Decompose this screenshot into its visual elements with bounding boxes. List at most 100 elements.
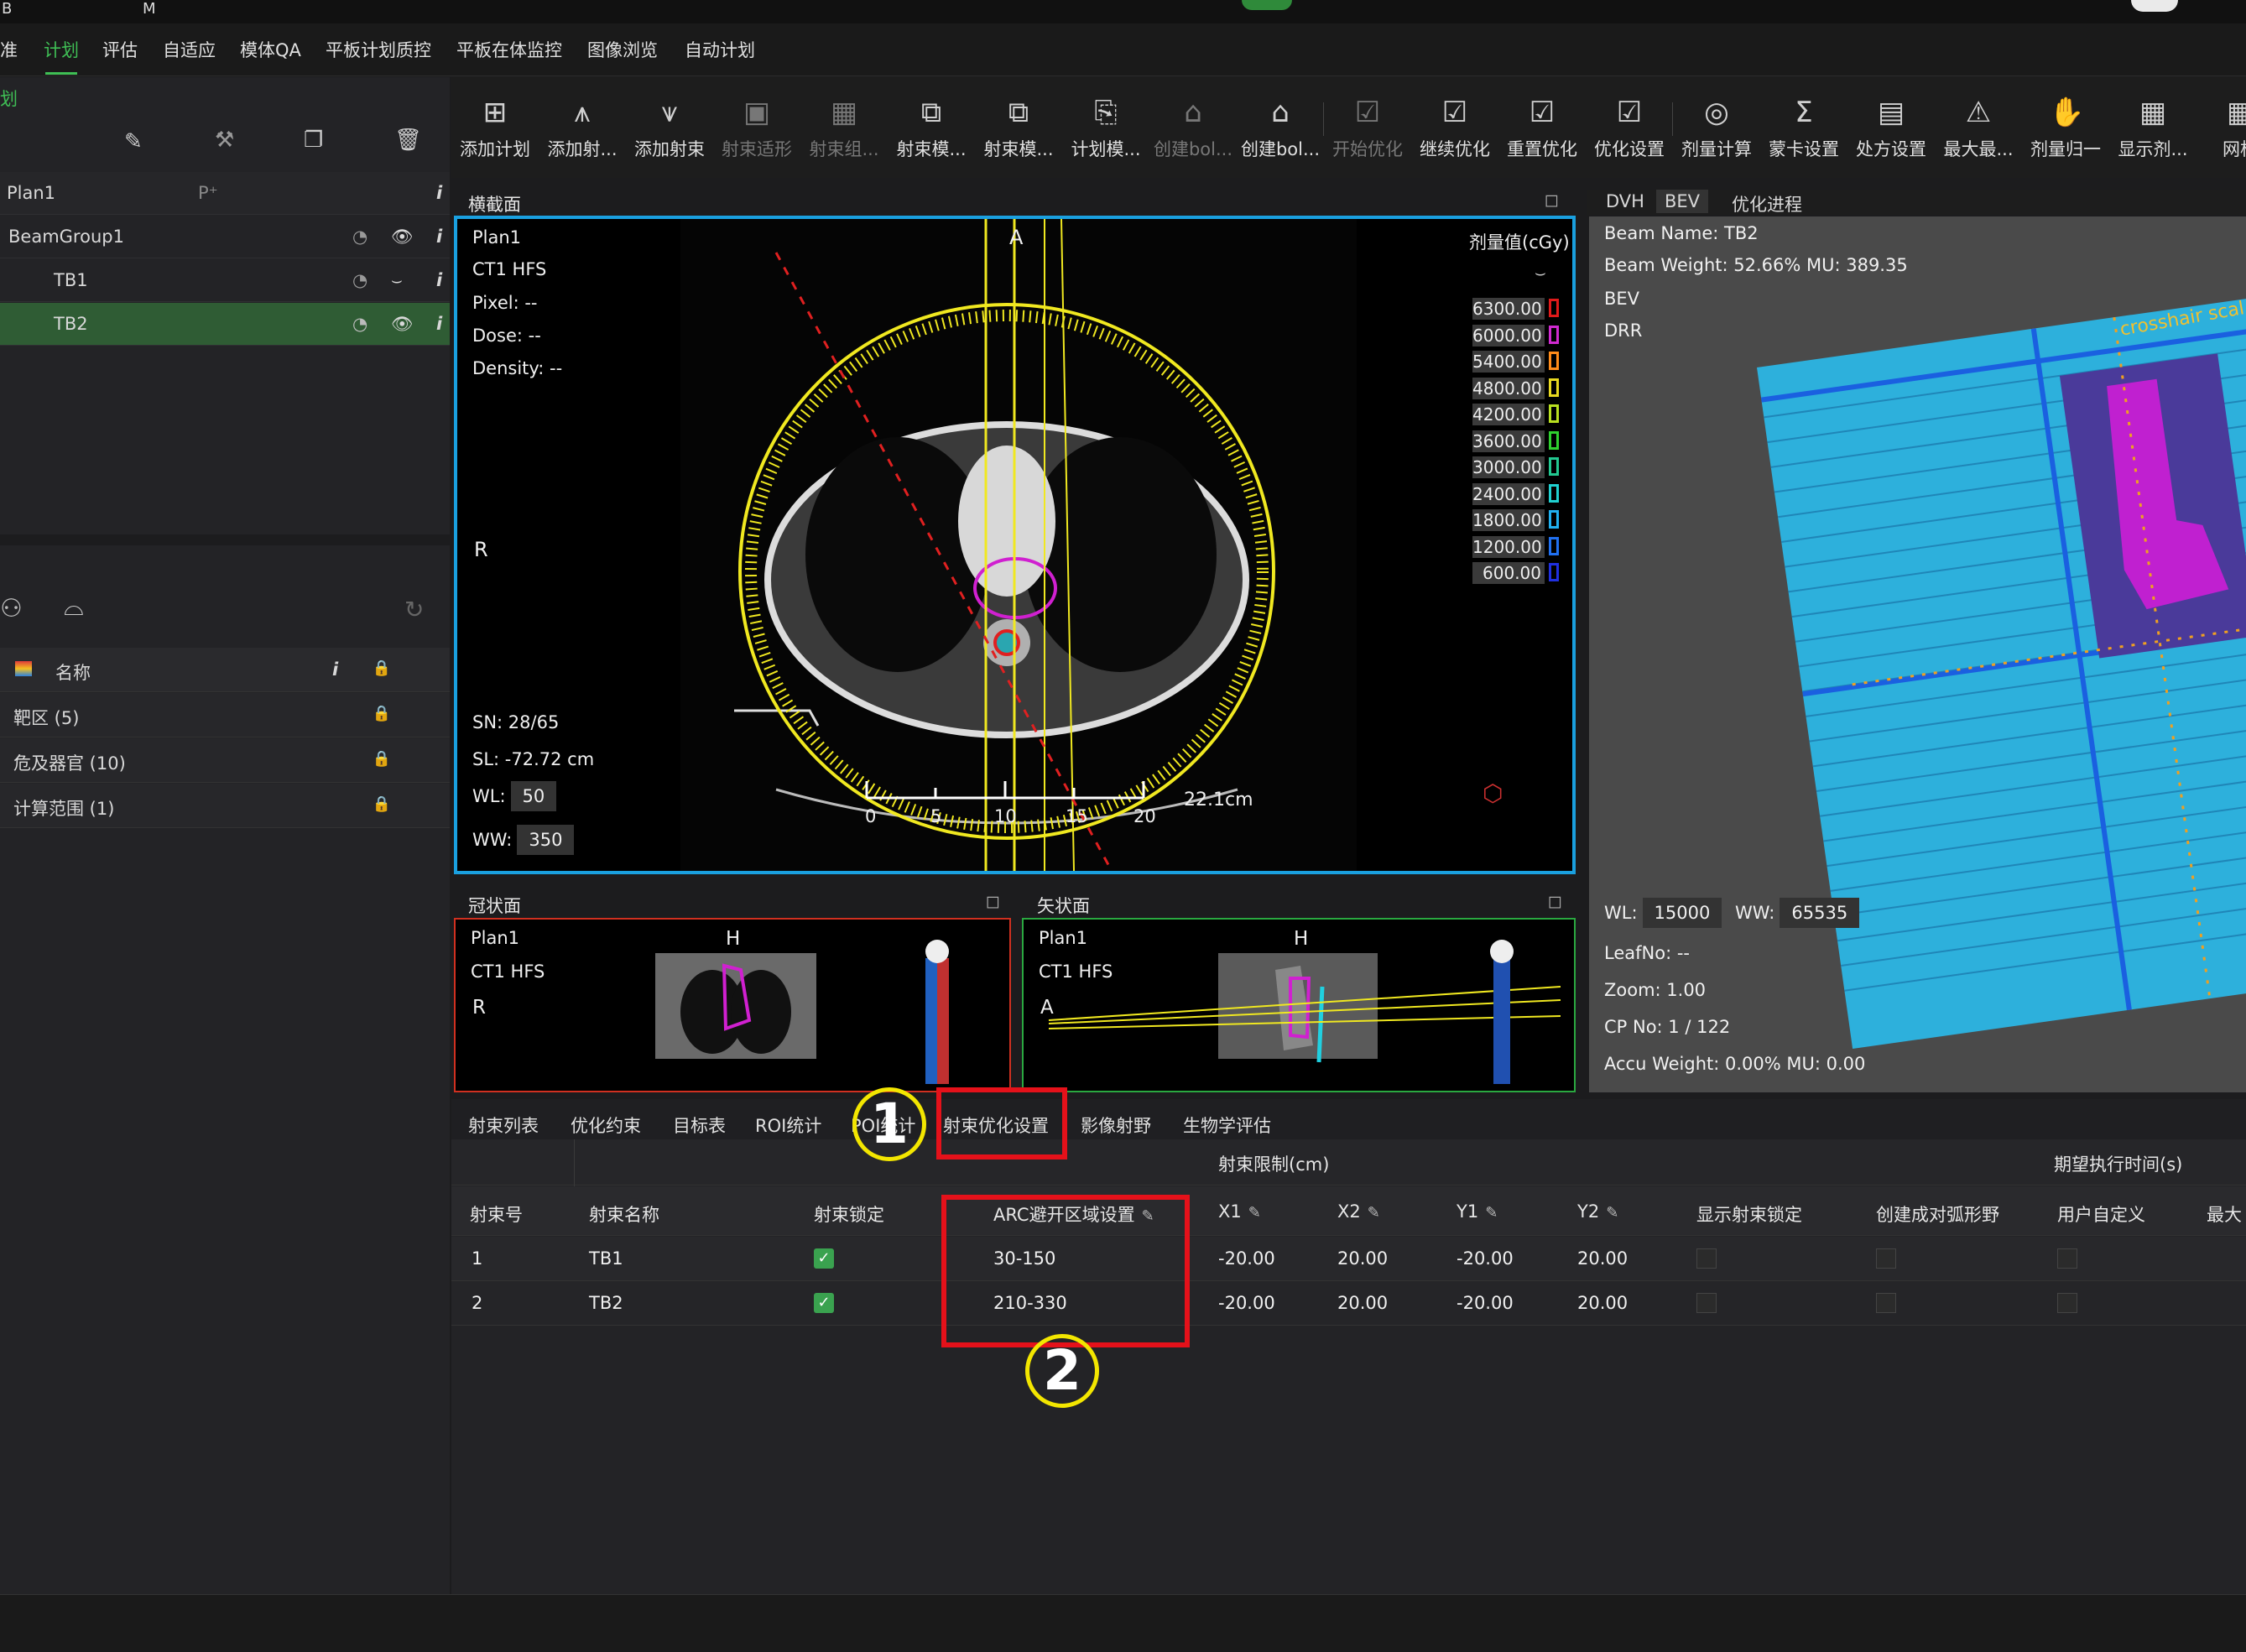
tab-bev[interactable]: BEV: [1656, 190, 1709, 213]
toolbar-button-20[interactable]: ▦ 网格: [2198, 77, 2246, 178]
toolbar-button-18[interactable]: ✋ 剂量归一: [2024, 77, 2108, 178]
edit-pencil-icon[interactable]: ✎: [1248, 1204, 1261, 1222]
user-avatar[interactable]: [2131, 0, 2178, 12]
menu-item-evaluate[interactable]: 评估: [102, 37, 138, 62]
orientation-cube-icon[interactable]: ⬡: [1483, 779, 1503, 807]
dose-legend-swatch[interactable]: [1549, 378, 1559, 397]
menu-item-adaptive[interactable]: 自适应: [163, 37, 216, 62]
refresh-icon[interactable]: ↻: [404, 596, 424, 623]
roi-tool-icon[interactable]: ⚇: [0, 594, 23, 623]
toolbar-button-6[interactable]: ⧉ 射束模...: [977, 77, 1060, 178]
dose-legend-swatch[interactable]: [1549, 536, 1559, 555]
toolbar-button-7[interactable]: ⎘ 计划模...: [1064, 77, 1148, 178]
lock-icon[interactable]: 🔒: [373, 659, 391, 677]
beam-lock-checkbox[interactable]: ✓: [814, 1293, 834, 1313]
copy-icon[interactable]: ❐: [304, 128, 323, 153]
bottom-tab-6[interactable]: 影像射野: [1081, 1113, 1151, 1138]
menu-item-image-browse[interactable]: 图像浏览: [587, 37, 658, 62]
toolbar-button-0[interactable]: ⊞ 添加计划: [453, 77, 537, 178]
toolbar-button-1[interactable]: ⩚ 添加射...: [540, 77, 624, 178]
toolbar-button-8[interactable]: ⌂ 创建bol...: [1151, 77, 1235, 178]
toolbar-button-17[interactable]: ⚠ 最大最...: [1936, 77, 2020, 178]
dose-legend-swatch[interactable]: [1549, 457, 1559, 476]
info-icon[interactable]: i: [436, 183, 442, 203]
edit-pencil-icon[interactable]: ✎: [1606, 1204, 1618, 1222]
toolbar-button-11[interactable]: ☑ 继续优化: [1413, 77, 1497, 178]
cell-y1[interactable]: -20.00: [1457, 1248, 1514, 1269]
split-beam-icon[interactable]: ⚒: [215, 128, 234, 153]
toolbar-button-12[interactable]: ☑ 重置优化: [1500, 77, 1584, 178]
menu-item-panel-plan-qc[interactable]: 平板计划质控: [326, 37, 431, 62]
tab-dvh[interactable]: DVH: [1606, 191, 1644, 211]
dose-view-icon[interactable]: ◔: [352, 270, 367, 290]
edit-pencil-icon[interactable]: ✎: [1368, 1204, 1380, 1222]
bev-ww[interactable]: WW: 65535: [1735, 898, 1860, 928]
maximize-icon[interactable]: ◻: [1548, 891, 1562, 911]
dose-legend-swatch[interactable]: [1549, 352, 1559, 370]
dose-legend-swatch[interactable]: [1549, 563, 1559, 581]
cell-x2[interactable]: 20.00: [1337, 1293, 1388, 1313]
toolbar-button-9[interactable]: ⌂ 创建bol...: [1238, 77, 1322, 178]
row-checkbox[interactable]: [1876, 1293, 1896, 1313]
ww-value[interactable]: 350: [517, 825, 575, 855]
row-checkbox[interactable]: [1696, 1248, 1717, 1269]
bottom-tab-0[interactable]: 射束列表: [468, 1113, 539, 1138]
edit-pencil-icon[interactable]: ✎: [124, 129, 143, 154]
bev-wl[interactable]: WL: 15000: [1604, 898, 1722, 928]
tree-row-group[interactable]: BeamGroup1 ◔ 👁 i: [0, 216, 450, 258]
roi-row-oar[interactable]: 危及器官 (10) 🔒: [0, 738, 450, 783]
tree-row-beam-tb2[interactable]: TB2 ◔ 👁 i: [0, 303, 450, 346]
tree-row-plan[interactable]: Plan1 P⁺ i: [0, 172, 450, 215]
cell-y2[interactable]: 20.00: [1577, 1248, 1628, 1269]
info-icon[interactable]: i: [436, 270, 442, 290]
info-icon[interactable]: i: [332, 659, 338, 680]
dose-legend-swatch[interactable]: [1549, 430, 1559, 450]
maximize-icon[interactable]: ◻: [986, 891, 1000, 911]
row-checkbox[interactable]: [2057, 1293, 2077, 1313]
toolbar-button-2[interactable]: ⩛ 添加射束: [628, 77, 711, 178]
toolbar-button-15[interactable]: Σ 蒙卡设置: [1762, 77, 1846, 178]
beam-lock-checkbox[interactable]: ✓: [814, 1248, 834, 1269]
info-icon[interactable]: i: [436, 314, 442, 334]
roi-row-target[interactable]: 靶区 (5) 🔒: [0, 693, 450, 737]
toolbar-button-19[interactable]: ▦ 显示剂...: [2111, 77, 2195, 178]
bev-viewport[interactable]: Beam Name: TB2 Beam Weight: 52.66% MU: 3…: [1589, 216, 2246, 1092]
cell-x1[interactable]: -20.00: [1218, 1248, 1275, 1269]
bottom-tab-1[interactable]: 优化约束: [571, 1113, 641, 1138]
toolbar-button-5[interactable]: ⧉ 射束模...: [889, 77, 973, 178]
overlay-ww[interactable]: WW: 350: [472, 825, 575, 855]
dose-legend-swatch[interactable]: [1549, 325, 1559, 344]
eye-icon[interactable]: 👁: [391, 314, 414, 335]
tab-optimize-progress[interactable]: 优化进程: [1732, 191, 1802, 216]
toolbar-button-10[interactable]: ☑ 开始优化: [1326, 77, 1410, 178]
toolbar-button-3[interactable]: ▣ 射束适形: [715, 77, 799, 178]
lock-icon[interactable]: 🔒: [373, 750, 391, 768]
wl-value[interactable]: 50: [510, 781, 557, 811]
contour-tool-icon[interactable]: ⌓: [64, 592, 84, 622]
eye-icon[interactable]: 👁: [391, 227, 414, 248]
sagittal-viewport[interactable]: Plan1 CT1 HFS A H: [1022, 918, 1576, 1092]
tree-row-beam-tb1[interactable]: TB1 ◔ ⌣ i: [0, 259, 450, 302]
dose-view-icon[interactable]: ◔: [352, 314, 367, 334]
overlay-wl[interactable]: WL: 50: [472, 781, 557, 811]
cell-y2[interactable]: 20.00: [1577, 1293, 1628, 1313]
cell-x1[interactable]: -20.00: [1218, 1293, 1275, 1313]
legend-toggle-icon[interactable]: ⌣: [1535, 263, 1546, 284]
toolbar-button-14[interactable]: ◎ 剂量计算: [1675, 77, 1759, 178]
dose-legend-swatch[interactable]: [1549, 510, 1559, 529]
row-checkbox[interactable]: [2057, 1248, 2077, 1269]
dose-legend-swatch[interactable]: [1549, 299, 1559, 317]
lock-icon[interactable]: 🔒: [373, 705, 391, 722]
bottom-tab-3[interactable]: ROI统计: [755, 1113, 821, 1138]
menu-item-plan[interactable]: 计划: [44, 37, 79, 62]
toolbar-button-4[interactable]: ▦ 射束组...: [802, 77, 886, 178]
menu-item-phantom-qa[interactable]: 模体QA: [240, 37, 301, 62]
cell-y1[interactable]: -20.00: [1457, 1293, 1514, 1313]
toolbar-button-13[interactable]: ☑ 优化设置: [1587, 77, 1671, 178]
bottom-tab-7[interactable]: 生物学评估: [1183, 1113, 1271, 1138]
edit-pencil-icon[interactable]: ✎: [1485, 1204, 1498, 1222]
wl-value[interactable]: 15000: [1642, 898, 1722, 928]
dose-legend-swatch[interactable]: [1549, 483, 1559, 503]
transverse-viewport[interactable]: Plan1 CT1 HFS Pixel: -- Dose: -- Density…: [454, 216, 1576, 874]
bottom-tab-2[interactable]: 目标表: [673, 1113, 726, 1138]
